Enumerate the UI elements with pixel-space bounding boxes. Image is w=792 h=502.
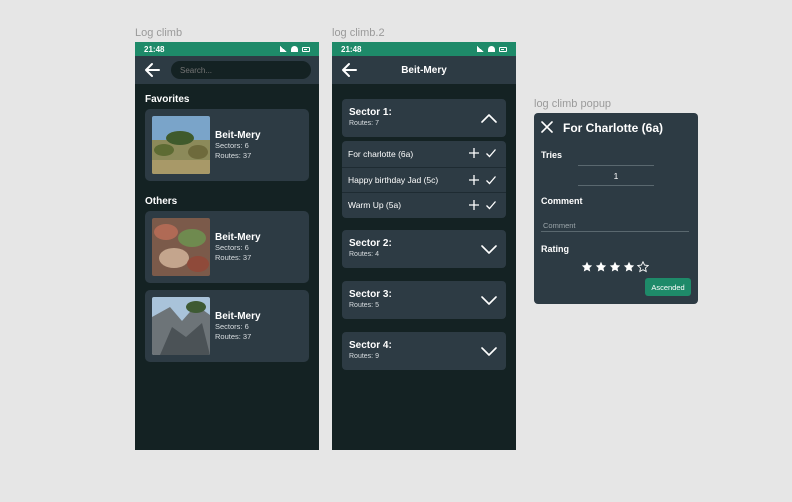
route-item[interactable]: For charlotte (6a) [342, 141, 506, 167]
route-list: For charlotte (6a) Happy birthday Jad (5… [342, 141, 506, 218]
crag-routes: Routes: 37 [215, 253, 252, 262]
sector-routes-count: Routes: 5 [349, 302, 379, 309]
status-icons [477, 46, 507, 52]
route-name: Happy birthday Jad (5c) [348, 174, 439, 185]
app-bar: Beit-Mery [332, 56, 516, 84]
log-climb-popup: For Charlotte (6a) Tries 1 Comment Ratin… [534, 113, 698, 304]
sector-title: Sector 3: [349, 289, 392, 300]
route-item[interactable]: Warm Up (5a) [342, 192, 506, 218]
sector-routes-count: Routes: 4 [349, 251, 379, 258]
status-bar: 21:48 [135, 42, 319, 56]
star-empty-icon[interactable] [637, 261, 649, 273]
crag-sectors: Sectors: 6 [215, 243, 249, 252]
signal-icon [477, 46, 484, 52]
status-time: 21:48 [341, 44, 362, 54]
crag-photo [152, 116, 210, 174]
rating-stars[interactable] [581, 261, 649, 273]
sector-routes-count: Routes: 9 [349, 353, 379, 360]
crag-name: Beit-Mery [215, 232, 261, 243]
status-icons [280, 46, 310, 52]
check-icon[interactable] [485, 199, 497, 211]
signal-icon [280, 46, 287, 52]
frame-label-log-climb-2: log climb.2 [332, 27, 385, 39]
wifi-icon [488, 46, 495, 52]
battery-icon [499, 46, 507, 52]
wifi-icon [291, 46, 298, 52]
popup-title: For Charlotte (6a) [563, 121, 664, 135]
plus-icon[interactable] [468, 199, 480, 211]
tries-input[interactable]: 1 [578, 171, 654, 181]
tries-divider-top [578, 165, 654, 166]
phone-screen-log-climb: 21:48 Favorites Beit-Mery Sectors: 6 Rou… [135, 42, 319, 450]
crag-sectors: Sectors: 6 [215, 322, 249, 331]
route-name: Warm Up (5a) [348, 200, 402, 211]
sector-header-2[interactable]: Sector 2: Routes: 4 [342, 230, 506, 268]
sector-title: Sector 1: [349, 107, 392, 118]
others-heading: Others [145, 196, 178, 207]
crag-card-other[interactable]: Beit-Mery Sectors: 6 Routes: 37 [145, 211, 309, 283]
crag-card-other[interactable]: Beit-Mery Sectors: 6 Routes: 37 [145, 290, 309, 362]
chevron-down-icon[interactable] [481, 242, 497, 256]
star-filled-icon[interactable] [609, 261, 621, 273]
ascended-button[interactable]: Ascended [645, 278, 691, 296]
route-item[interactable]: Happy birthday Jad (5c) [342, 166, 506, 193]
page-title: Beit-Mery [401, 64, 447, 76]
chevron-down-icon[interactable] [481, 293, 497, 307]
crag-name: Beit-Mery [215, 130, 261, 141]
check-icon[interactable] [485, 147, 497, 159]
tries-divider-bottom [578, 185, 654, 186]
status-bar: 21:48 [332, 42, 516, 56]
crag-routes: Routes: 37 [215, 151, 252, 160]
phone-screen-sectors: 21:48 Beit-Mery Sector 1: Routes: 7 For … [332, 42, 516, 450]
sector-routes-count: Routes: 7 [349, 120, 379, 127]
battery-icon [302, 46, 310, 52]
crag-photo [152, 297, 210, 355]
crag-card-favorite[interactable]: Beit-Mery Sectors: 6 Routes: 37 [145, 109, 309, 181]
sector-header-1[interactable]: Sector 1: Routes: 7 [342, 99, 506, 137]
back-arrow-icon[interactable] [143, 61, 161, 79]
tries-label: Tries [541, 150, 563, 160]
status-time: 21:48 [144, 44, 165, 54]
close-icon[interactable] [541, 121, 553, 133]
star-filled-icon[interactable] [623, 261, 635, 273]
plus-icon[interactable] [468, 147, 480, 159]
sector-title: Sector 2: [349, 238, 392, 249]
sector-title: Sector 4: [349, 340, 392, 351]
star-filled-icon[interactable] [581, 261, 593, 273]
search-input[interactable] [171, 61, 311, 79]
favorites-heading: Favorites [145, 94, 190, 105]
crag-name: Beit-Mery [215, 311, 261, 322]
check-icon[interactable] [485, 174, 497, 186]
rating-label: Rating [541, 244, 569, 254]
route-name: For charlotte (6a) [348, 148, 414, 159]
crag-photo [152, 218, 210, 276]
chevron-up-icon[interactable] [481, 111, 497, 125]
star-filled-icon[interactable] [595, 261, 607, 273]
back-arrow-icon[interactable] [340, 61, 358, 79]
crag-sectors: Sectors: 6 [215, 141, 249, 150]
sector-header-4[interactable]: Sector 4: Routes: 9 [342, 332, 506, 370]
chevron-down-icon[interactable] [481, 344, 497, 358]
frame-label-log-climb: Log climb [135, 27, 183, 39]
sector-header-3[interactable]: Sector 3: Routes: 5 [342, 281, 506, 319]
plus-icon[interactable] [468, 174, 480, 186]
comment-input[interactable] [541, 219, 689, 232]
app-bar [135, 56, 319, 84]
crag-routes: Routes: 37 [215, 332, 252, 341]
comment-label: Comment [541, 196, 583, 206]
frame-label-log-climb-popup: log climb popup [534, 98, 612, 110]
